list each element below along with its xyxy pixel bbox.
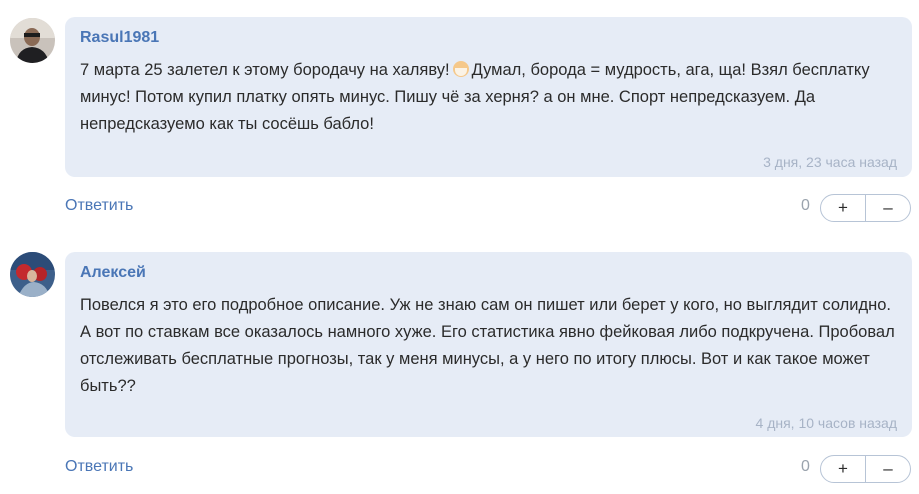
reply-link[interactable]: Ответить [65,197,133,215]
comment-timestamp: 4 дня, 10 часов назад [755,415,897,431]
comment-text: Повелся я это его подробное описание. Уж… [80,296,895,395]
comment-score: 0 [801,197,810,214]
comment-text: 7 марта 25 залетел к этому бородачу на х… [80,57,895,138]
user-photo-icon [10,252,55,297]
comment-bubble: Rasul1981 7 марта 25 залетел к этому бор… [65,17,912,177]
comment-author[interactable]: Rasul1981 [80,29,159,47]
reply-link[interactable]: Ответить [65,458,133,476]
downvote-button[interactable]: – [865,195,910,221]
user-photo-icon [10,18,55,63]
vote-control: + – [820,455,911,483]
upvote-button[interactable]: + [821,456,865,482]
comment-author[interactable]: Алексей [80,264,146,282]
comment-text-part: 7 марта 25 залетел к этому бородачу на х… [80,61,450,79]
avatar[interactable] [10,252,55,297]
comment-timestamp: 3 дня, 23 часа назад [763,154,897,170]
avatar[interactable] [10,18,55,63]
old-man-face-emoji-icon [452,61,469,77]
vote-control: + – [820,194,911,222]
comment-score: 0 [801,458,810,475]
downvote-button[interactable]: – [865,456,910,482]
comment-bubble: Алексей Повелся я это его подробное опис… [65,252,912,437]
upvote-button[interactable]: + [821,195,865,221]
